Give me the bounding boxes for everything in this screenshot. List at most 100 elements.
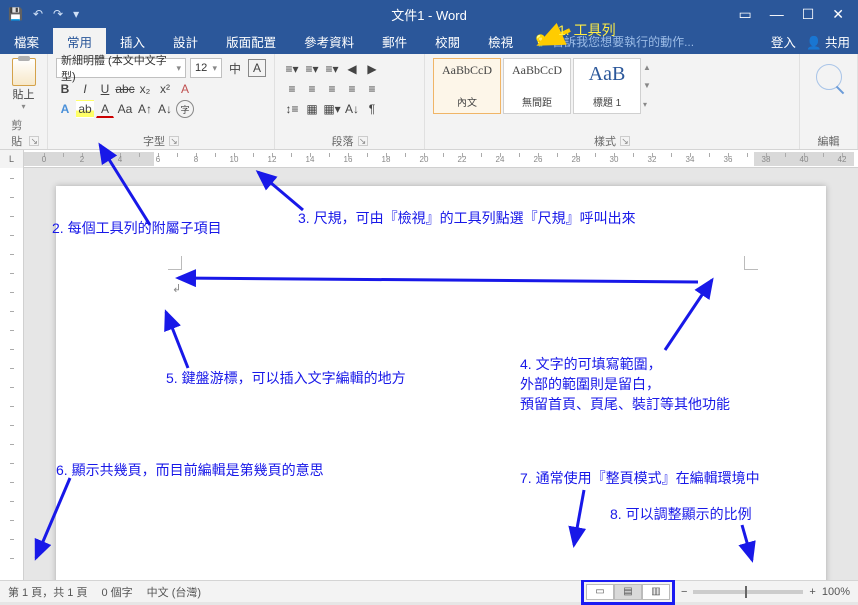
change-case-icon[interactable]: Aa bbox=[116, 100, 134, 118]
ribbon-options-icon[interactable]: ▭ bbox=[738, 6, 751, 23]
style-normal[interactable]: AaBbCcD 內文 bbox=[433, 58, 501, 114]
underline-icon[interactable]: U bbox=[96, 80, 114, 98]
style-gallery[interactable]: AaBbCcD 內文 AaBbCcD 無間距 AaB 標題 1 ▲ ▼ ▾ bbox=[433, 58, 791, 114]
vertical-ruler[interactable] bbox=[0, 168, 24, 580]
tell-me-search[interactable]: 💡 告訴我您想要執行的動作... bbox=[533, 33, 694, 50]
group-label-paragraph: 段落 bbox=[332, 133, 354, 149]
tab-mailings[interactable]: 郵件 bbox=[368, 27, 421, 56]
undo-icon[interactable]: ↶ bbox=[33, 7, 43, 21]
qat-customize-icon[interactable]: ▾ bbox=[73, 7, 79, 21]
enclose-char-icon[interactable]: 字 bbox=[176, 100, 194, 118]
tab-review[interactable]: 校閱 bbox=[421, 27, 474, 56]
gallery-down-icon[interactable]: ▼ bbox=[643, 81, 657, 90]
sign-in-link[interactable]: 登入 bbox=[771, 32, 796, 51]
justify-icon[interactable]: ≡ bbox=[343, 80, 361, 98]
paste-icon bbox=[12, 58, 36, 86]
group-label-editing: 編輯 bbox=[818, 133, 840, 149]
clear-format-icon[interactable]: A bbox=[176, 80, 194, 98]
dialog-launcher-icon[interactable]: ↘ bbox=[29, 136, 39, 146]
font-name-combo[interactable]: 新細明體 (本文中文字型)▾ bbox=[56, 58, 186, 78]
tab-file[interactable]: 檔案 bbox=[0, 27, 53, 56]
decrease-indent-icon[interactable]: ◀ bbox=[343, 60, 361, 78]
ruler-corner: L bbox=[0, 150, 24, 168]
horizontal-ruler[interactable]: L 02468101214161820222426283032343638404… bbox=[24, 150, 858, 168]
style-nospacing[interactable]: AaBbCcD 無間距 bbox=[503, 58, 571, 114]
language-indicator[interactable]: 中文 (台灣) bbox=[147, 584, 201, 600]
align-right-icon[interactable]: ≡ bbox=[323, 80, 341, 98]
style-name: 內文 bbox=[457, 94, 477, 109]
borders-icon[interactable]: ▦▾ bbox=[323, 100, 341, 118]
share-label: 共用 bbox=[825, 36, 850, 50]
subscript-icon[interactable]: x₂ bbox=[136, 80, 154, 98]
italic-icon[interactable]: I bbox=[76, 80, 94, 98]
show-marks-icon[interactable]: ¶ bbox=[363, 100, 381, 118]
margin-corner-icon bbox=[744, 256, 758, 270]
window-title: 文件1 - Word bbox=[391, 5, 467, 24]
zoom-in-button[interactable]: + bbox=[809, 586, 815, 598]
close-icon[interactable]: ✕ bbox=[832, 6, 844, 23]
tab-references[interactable]: 參考資料 bbox=[290, 27, 368, 56]
phonetic-guide-icon[interactable]: 中 bbox=[226, 59, 244, 77]
page-viewport[interactable]: ↲ bbox=[24, 168, 858, 580]
group-label-styles: 樣式 bbox=[594, 133, 616, 149]
multilevel-icon[interactable]: ≡▾ bbox=[323, 60, 341, 78]
dialog-launcher-icon[interactable]: ↘ bbox=[169, 136, 179, 146]
save-icon[interactable]: 💾 bbox=[8, 7, 23, 21]
page-indicator[interactable]: 第 1 頁，共 1 頁 bbox=[8, 584, 87, 600]
superscript-icon[interactable]: x² bbox=[156, 80, 174, 98]
view-mode-group: ▭ ▤ ▥ bbox=[581, 579, 675, 605]
read-mode-button[interactable]: ▭ bbox=[586, 584, 614, 600]
find-icon[interactable] bbox=[816, 64, 842, 90]
bold-icon[interactable]: B bbox=[56, 80, 74, 98]
gallery-more-icon[interactable]: ▾ bbox=[643, 100, 657, 109]
zoom-level[interactable]: 100% bbox=[822, 586, 850, 598]
redo-icon[interactable]: ↷ bbox=[53, 7, 63, 21]
bullets-icon[interactable]: ≡▾ bbox=[283, 60, 301, 78]
print-layout-button[interactable]: ▤ bbox=[614, 584, 642, 600]
zoom-out-button[interactable]: − bbox=[681, 586, 687, 598]
paste-label: 貼上 bbox=[13, 86, 35, 102]
dialog-launcher-icon[interactable]: ↘ bbox=[620, 136, 630, 146]
tab-view[interactable]: 檢視 bbox=[474, 27, 527, 56]
strikethrough-icon[interactable]: abc bbox=[116, 80, 134, 98]
highlight-icon[interactable]: ab bbox=[76, 100, 94, 118]
shrink-font-icon[interactable]: A↓ bbox=[156, 100, 174, 118]
style-name: 標題 1 bbox=[593, 94, 621, 109]
char-border-icon[interactable]: A bbox=[248, 59, 266, 77]
align-left-icon[interactable]: ≡ bbox=[283, 80, 301, 98]
tell-me-placeholder: 告訴我您想要執行的動作... bbox=[552, 33, 694, 50]
quick-access-toolbar: 💾 ↶ ↷ ▾ bbox=[0, 7, 79, 21]
word-count[interactable]: 0 個字 bbox=[101, 584, 132, 600]
page[interactable]: ↲ bbox=[56, 186, 826, 580]
sort-icon[interactable]: A↓ bbox=[343, 100, 361, 118]
style-preview: AaBbCcD bbox=[442, 63, 492, 78]
shading-icon[interactable]: ▦ bbox=[303, 100, 321, 118]
text-effects-icon[interactable]: A bbox=[56, 100, 74, 118]
minimize-icon[interactable]: — bbox=[770, 6, 784, 23]
align-center-icon[interactable]: ≡ bbox=[303, 80, 321, 98]
ribbon: 貼上 ▾ 剪貼簿↘ 新細明體 (本文中文字型)▾ 12▾ 中 A B I U a… bbox=[0, 54, 858, 150]
numbering-icon[interactable]: ≡▾ bbox=[303, 60, 321, 78]
web-layout-button[interactable]: ▥ bbox=[642, 584, 670, 600]
group-editing: 編輯 bbox=[800, 54, 858, 149]
maximize-icon[interactable]: ☐ bbox=[802, 6, 815, 23]
increase-indent-icon[interactable]: ▶ bbox=[363, 60, 381, 78]
grow-font-icon[interactable]: A↑ bbox=[136, 100, 154, 118]
share-button[interactable]: 👤 共用 bbox=[806, 32, 850, 51]
line-spacing-icon[interactable]: ↕≡ bbox=[283, 100, 301, 118]
paste-button[interactable]: 貼上 ▾ bbox=[12, 58, 36, 111]
font-color-icon[interactable]: A bbox=[96, 100, 114, 118]
margin-corner-icon bbox=[168, 256, 182, 270]
dialog-launcher-icon[interactable]: ↘ bbox=[358, 136, 368, 146]
tab-layout[interactable]: 版面配置 bbox=[212, 27, 290, 56]
font-size-value: 12 bbox=[195, 62, 207, 74]
distributed-icon[interactable]: ≡ bbox=[363, 80, 381, 98]
document-area: ↲ bbox=[0, 168, 858, 580]
style-preview: AaB bbox=[589, 63, 626, 86]
gallery-up-icon[interactable]: ▲ bbox=[643, 63, 657, 72]
font-size-combo[interactable]: 12▾ bbox=[190, 58, 222, 78]
style-heading1[interactable]: AaB 標題 1 bbox=[573, 58, 641, 114]
lightbulb-icon: 💡 bbox=[533, 34, 548, 48]
title-bar: 💾 ↶ ↷ ▾ 文件1 - Word ▭ — ☐ ✕ bbox=[0, 0, 858, 28]
text-cursor[interactable]: ↲ bbox=[172, 282, 181, 295]
